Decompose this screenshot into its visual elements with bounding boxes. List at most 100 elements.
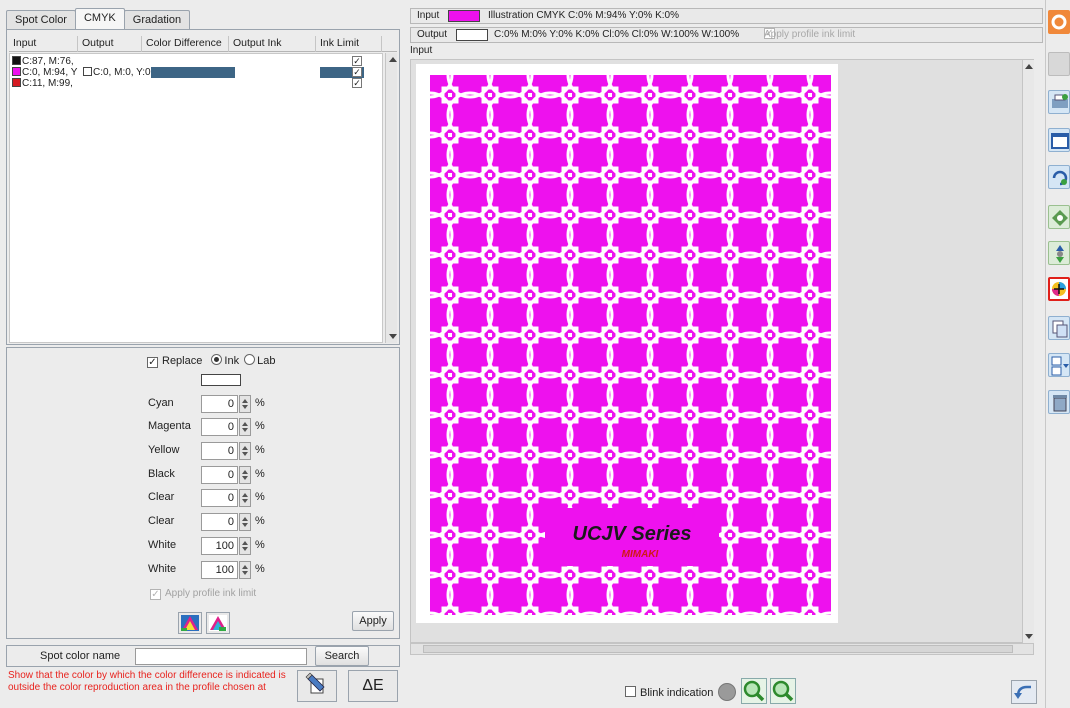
ink-value-input[interactable]: 0: [201, 489, 238, 507]
col-output[interactable]: Output: [78, 36, 142, 52]
spinner-icon[interactable]: [239, 395, 251, 413]
input-swatch: [12, 78, 21, 87]
col-color-difference[interactable]: Color Difference: [142, 36, 229, 52]
split-pages-icon: [1051, 356, 1069, 376]
percent-label: %: [255, 491, 265, 503]
color-table: C:87, M:76, ✓ C:0, M:94, Y C:0, M:0, Y:0…: [9, 53, 383, 343]
preview-hscrollbar[interactable]: [410, 643, 1034, 655]
spinner-icon[interactable]: [239, 513, 251, 531]
ink-limit-checkbox[interactable]: ✓: [352, 67, 362, 77]
spinner-icon[interactable]: [239, 561, 251, 579]
gamut-warning-text: Show that the color by which the color d…: [8, 670, 286, 693]
trash-icon: [1053, 395, 1067, 412]
ink-radio-label: Ink: [224, 355, 240, 367]
table-scrollbar[interactable]: [385, 53, 397, 343]
apply-button[interactable]: Apply: [352, 611, 394, 631]
row-input: C:87, M:76,: [22, 56, 74, 67]
table-row[interactable]: C:0, M:94, Y C:0, M:0, Y:0 ✓: [10, 67, 384, 78]
blink-checkbox[interactable]: [625, 686, 636, 697]
scroll-up-icon[interactable]: [389, 57, 397, 62]
color-replace-tool-active[interactable]: [1048, 277, 1070, 301]
lab-radio[interactable]: [244, 354, 256, 365]
logo-brand: MIMAKI: [622, 549, 659, 560]
table-row[interactable]: C:11, M:99, ✓: [10, 78, 384, 89]
copy-icon[interactable]: [1048, 316, 1070, 340]
gamut-compare-icon: [209, 615, 227, 631]
spinner-icon[interactable]: [239, 537, 251, 555]
replace-checkbox[interactable]: ✓: [147, 357, 158, 368]
output-swatch: [83, 67, 92, 76]
color-adjust-icon[interactable]: [1048, 205, 1070, 229]
spot-color-search: Spot color name Search: [6, 645, 400, 667]
spinner-icon[interactable]: [239, 466, 251, 484]
table-row[interactable]: C:87, M:76, ✓: [10, 56, 384, 67]
preview-canvas[interactable]: UCJV Series MIMAKI: [410, 59, 1034, 643]
col-ink-limit[interactable]: Ink Limit: [316, 36, 382, 52]
gamut-warning-button[interactable]: [297, 670, 337, 702]
percent-label: %: [255, 444, 265, 456]
blink-label: Blink indication: [640, 687, 714, 699]
scroll-down-icon[interactable]: [1025, 634, 1033, 639]
tab-spot-color[interactable]: Spot Color: [6, 10, 76, 30]
ink-label: Clear: [148, 515, 175, 527]
ink-limit-checkbox[interactable]: ✓: [352, 78, 362, 88]
app-logo-icon[interactable]: [1048, 10, 1070, 34]
scroll-up-icon[interactable]: [1025, 64, 1033, 69]
spot-replace-icon[interactable]: [1048, 241, 1070, 265]
ink-limit-checkbox[interactable]: ✓: [352, 56, 362, 66]
spot-color-name-label: Spot color name: [40, 650, 121, 662]
ink-radio[interactable]: [211, 354, 223, 365]
search-button[interactable]: Search: [315, 646, 369, 666]
preview-vscrollbar[interactable]: [1022, 60, 1034, 643]
col-input[interactable]: Input: [9, 36, 78, 52]
ink-label: Yellow: [148, 444, 180, 456]
right-toolbar: [1045, 0, 1070, 708]
split-icon[interactable]: [1048, 353, 1070, 377]
preview-panel: Input Illustration CMYK C:0% M:94% Y:0% …: [407, 0, 1045, 708]
col-output-ink[interactable]: Output Ink: [229, 36, 316, 52]
zoom-in-icon: [743, 680, 765, 702]
delete-icon[interactable]: [1048, 390, 1070, 414]
layout-icon[interactable]: [1048, 128, 1070, 152]
ink-value-input[interactable]: 0: [201, 442, 238, 460]
ink-value-input[interactable]: 100: [201, 561, 238, 579]
replace-options: ✓ Replace Ink Lab: [147, 354, 276, 368]
tab-cmyk[interactable]: CMYK: [74, 8, 125, 30]
table-header: Input Output Color Difference Output Ink…: [9, 36, 397, 52]
percent-label: %: [255, 420, 265, 432]
spinner-icon[interactable]: [239, 418, 251, 436]
color-picker-button[interactable]: [178, 612, 202, 634]
output-apply-limit-label: Apply profile ink limit: [764, 29, 856, 40]
pages-icon: [1052, 320, 1068, 338]
ink-value-input[interactable]: 0: [201, 418, 238, 436]
spinner-icon[interactable]: [239, 489, 251, 507]
delta-e-button[interactable]: ΔE: [348, 670, 398, 702]
percent-label: %: [255, 515, 265, 527]
apply-profile-limit-option: ✓ Apply profile ink limit: [150, 588, 256, 600]
logo-title: UCJV Series: [573, 523, 692, 545]
color-picker-button-2[interactable]: [206, 612, 230, 634]
apply-profile-limit-checkbox[interactable]: ✓: [150, 589, 161, 600]
spot-color-name-input[interactable]: [135, 648, 307, 665]
blank-tool-button[interactable]: [1048, 52, 1070, 76]
ink-value-input[interactable]: 0: [201, 395, 238, 413]
zoom-in-button[interactable]: [741, 678, 767, 704]
zoom-out-button[interactable]: [770, 678, 796, 704]
ink-label: Black: [148, 468, 175, 480]
output-info-text: C:0% M:0% Y:0% K:0% Cl:0% Cl:0% W:100% W…: [494, 29, 740, 40]
ink-value-input[interactable]: 100: [201, 537, 238, 555]
rotate-icon[interactable]: [1048, 165, 1070, 189]
ink-value-input[interactable]: 0: [201, 466, 238, 484]
refresh-icon: [1052, 170, 1068, 186]
output-info-bar: Output C:0% M:0% Y:0% K:0% Cl:0% Cl:0% W…: [410, 27, 1043, 43]
undo-button[interactable]: [1011, 680, 1037, 704]
color-wheel-icon: [1052, 282, 1066, 296]
ink-clear-1: Clear 0 %: [148, 489, 278, 507]
hscroll-thumb[interactable]: [423, 645, 1013, 653]
ink-value-input[interactable]: 0: [201, 513, 238, 531]
tab-gradation[interactable]: Gradation: [123, 10, 191, 30]
percent-label: %: [255, 539, 265, 551]
print-settings-icon[interactable]: [1048, 90, 1070, 114]
scroll-down-icon[interactable]: [389, 334, 397, 339]
spinner-icon[interactable]: [239, 442, 251, 460]
